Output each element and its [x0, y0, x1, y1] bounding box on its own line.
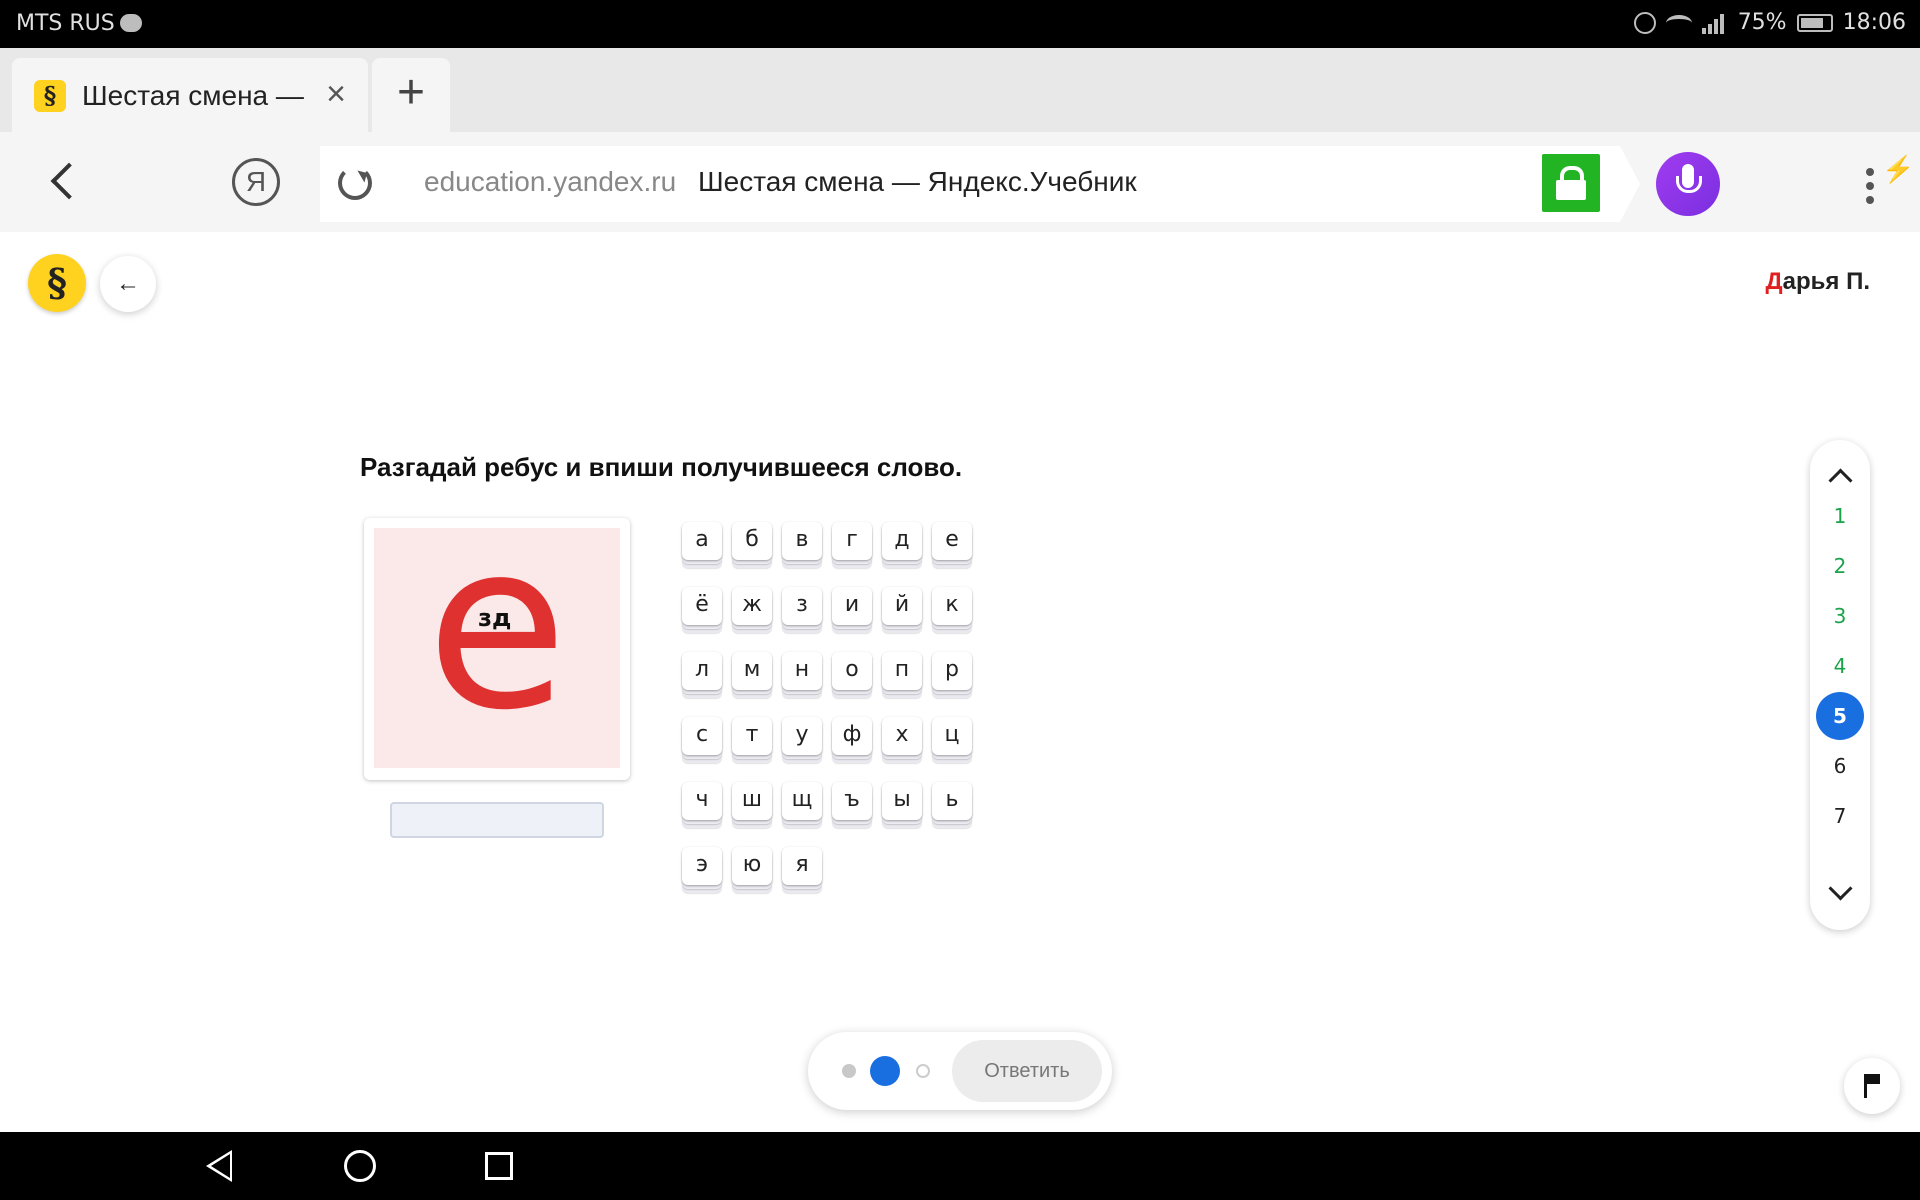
rebus-big-letter: е — [426, 528, 568, 761]
clock: 18:06 — [1842, 10, 1906, 35]
tab-title: Шестая смена — — [82, 80, 304, 111]
site-logo[interactable]: § — [28, 254, 86, 312]
letter-key[interactable]: д — [882, 522, 922, 560]
letter-key[interactable]: з — [782, 587, 822, 625]
letter-key[interactable]: м — [732, 652, 772, 690]
letter-key[interactable]: ъ — [832, 782, 872, 820]
pager-item-6[interactable]: 6 — [1816, 742, 1864, 790]
answer-input[interactable] — [390, 802, 604, 838]
rebus-image: е зд — [374, 528, 620, 768]
close-tab-icon[interactable]: × — [318, 76, 354, 112]
letter-key[interactable]: ш — [732, 782, 772, 820]
pager-item-4[interactable]: 4 — [1816, 642, 1864, 690]
user-name-rest: арья П. — [1782, 268, 1870, 295]
letter-keyboard: абвгде ёжзийк лмнопр стуфхц чшщъыь эюя — [682, 522, 982, 885]
url-page-title: Шестая смена — Яндекс.Учебник — [698, 166, 1137, 197]
letter-key[interactable]: г — [832, 522, 872, 560]
letter-key[interactable]: я — [782, 847, 822, 885]
task-pager: 1234567 — [1810, 440, 1870, 930]
carrier-name: MTS RUS — [16, 11, 115, 36]
letter-key[interactable]: ы — [882, 782, 922, 820]
reload-icon[interactable] — [338, 166, 372, 200]
letter-key[interactable]: ц — [932, 717, 972, 755]
letter-key[interactable]: ю — [732, 847, 772, 885]
letter-key[interactable]: л — [682, 652, 722, 690]
pager-up-icon[interactable] — [1828, 464, 1852, 488]
letter-key[interactable]: т — [732, 717, 772, 755]
nav-home-icon[interactable] — [344, 1150, 376, 1182]
nfc-icon — [1633, 11, 1656, 34]
letter-key[interactable]: а — [682, 522, 722, 560]
letter-key[interactable]: ф — [832, 717, 872, 755]
letter-key[interactable]: р — [932, 652, 972, 690]
letter-key[interactable]: е — [932, 522, 972, 560]
url-domain: education.yandex.ru — [424, 166, 677, 197]
pager-down-icon[interactable] — [1828, 880, 1852, 904]
letter-key[interactable]: ж — [732, 587, 772, 625]
progress-dot-next — [916, 1064, 930, 1078]
answer-bar: Ответить — [808, 1032, 1112, 1110]
new-tab-button[interactable]: + — [372, 58, 450, 132]
battery-percent: 75% — [1737, 10, 1787, 35]
letter-key[interactable]: и — [832, 587, 872, 625]
pager-item-5[interactable]: 5 — [1816, 692, 1864, 740]
lightning-icon: ⚡ — [1882, 154, 1915, 184]
rebus-card: е зд — [364, 518, 630, 780]
question-text: Разгадай ребус и впиши получившееся слов… — [360, 452, 963, 482]
message-notification-icon — [120, 14, 142, 32]
letter-key[interactable]: ь — [932, 782, 972, 820]
letter-key[interactable]: ч — [682, 782, 722, 820]
letter-key[interactable]: х — [882, 717, 922, 755]
user-name[interactable]: Дарья П. — [1766, 268, 1870, 296]
progress-dot-prev — [842, 1064, 856, 1078]
letter-key[interactable]: б — [732, 522, 772, 560]
flag-icon[interactable] — [1844, 1058, 1900, 1114]
letter-key[interactable]: й — [882, 587, 922, 625]
status-indicators: 75% 18:06 — [1633, 10, 1906, 35]
page-content: § ← Дарья П. Разгадай ребус и впиши полу… — [0, 232, 1920, 1132]
submit-answer-button[interactable]: Ответить — [952, 1040, 1102, 1102]
letter-key[interactable]: п — [882, 652, 922, 690]
pager-item-1[interactable]: 1 — [1816, 492, 1864, 540]
browser-tab[interactable]: § Шестая смена — × — [12, 58, 368, 132]
browser-menu-button[interactable]: ⚡ — [1856, 154, 1914, 214]
address-bar[interactable]: education.yandex.ru Шестая смена — Яндек… — [320, 146, 1620, 222]
letter-key[interactable]: н — [782, 652, 822, 690]
progress-dot-current — [870, 1056, 900, 1086]
system-nav-bar — [0, 1132, 1920, 1200]
voice-assistant-button[interactable] — [1656, 152, 1720, 216]
tab-strip: § Шестая смена — × + — [0, 48, 1920, 132]
letter-key[interactable]: в — [782, 522, 822, 560]
status-bar: MTS RUS 75% 18:06 — [0, 0, 1920, 48]
browser-toolbar: Я education.yandex.ru Шестая смена — Янд… — [0, 132, 1920, 232]
letter-key[interactable]: о — [832, 652, 872, 690]
pager-item-3[interactable]: 3 — [1816, 592, 1864, 640]
rebus-inner-text: зд — [478, 604, 512, 632]
letter-key[interactable]: ё — [682, 587, 722, 625]
letter-key[interactable]: э — [682, 847, 722, 885]
letter-key[interactable]: щ — [782, 782, 822, 820]
wifi-icon — [1665, 14, 1692, 31]
letter-key[interactable]: к — [932, 587, 972, 625]
nav-back-icon[interactable] — [206, 1150, 232, 1182]
letter-key[interactable]: с — [682, 717, 722, 755]
lock-icon[interactable] — [1542, 154, 1600, 212]
nav-recent-apps-icon[interactable] — [485, 1152, 513, 1180]
address-bar-arrow — [1620, 146, 1640, 222]
pager-item-2[interactable]: 2 — [1816, 542, 1864, 590]
page-back-button[interactable]: ← — [100, 256, 156, 312]
letter-key[interactable]: у — [782, 717, 822, 755]
signal-icon — [1701, 12, 1728, 34]
battery-icon — [1796, 13, 1833, 32]
tab-favicon-icon: § — [34, 80, 66, 112]
browser-back-button[interactable] — [40, 158, 88, 206]
user-initial: Д — [1765, 268, 1783, 295]
pager-item-7[interactable]: 7 — [1816, 792, 1864, 840]
yandex-home-button[interactable]: Я — [232, 158, 280, 206]
